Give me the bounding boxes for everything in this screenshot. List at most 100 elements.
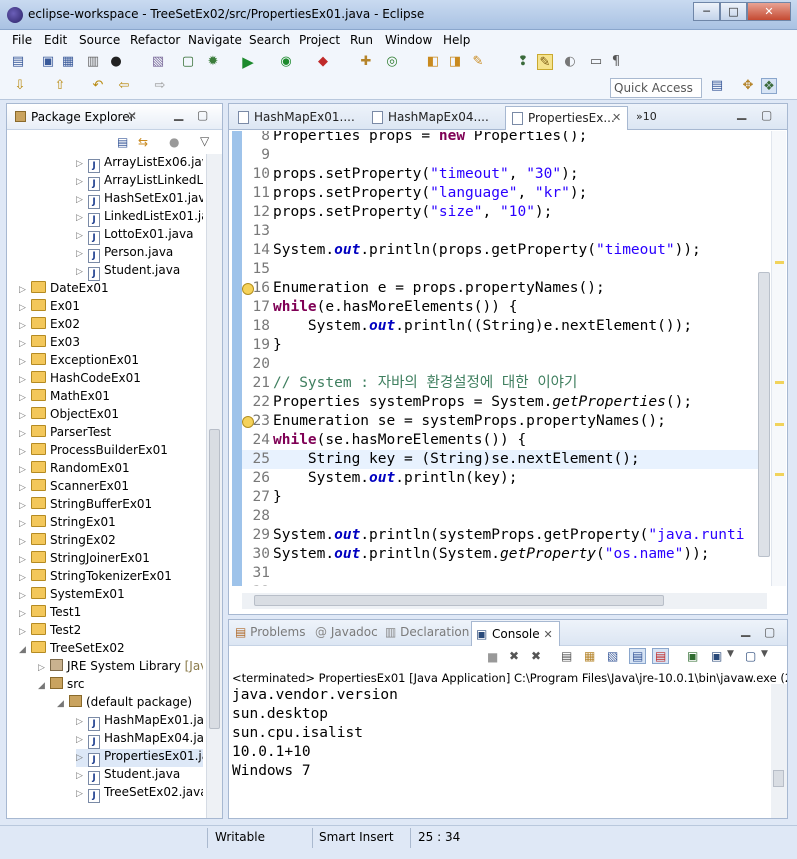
package-explorer-scroll-thumb[interactable]	[209, 429, 220, 729]
close-button[interactable]: ✕	[747, 2, 791, 21]
chevron-right-icon[interactable]: ▷	[19, 573, 31, 583]
code-line[interactable]: 25 String key = (String)se.nextElement()…	[242, 450, 759, 469]
tree-item[interactable]: ▷ J Student.java	[76, 767, 203, 785]
tree-item[interactable]: ▷ J Student.java	[76, 263, 203, 281]
menu-search[interactable]: Search	[249, 33, 290, 47]
chevron-down-icon[interactable]: ◢	[38, 681, 50, 691]
filters-icon[interactable]: ●	[169, 135, 179, 149]
tree-item[interactable]: ▷J PropertiesEx01.java	[76, 749, 203, 767]
tree-item[interactable]: ◢ TreeSetEx02	[19, 641, 203, 659]
back-icon[interactable]: ⇦	[116, 78, 132, 94]
show-on-output-icon[interactable]: ▤	[629, 648, 647, 664]
clear-console-icon[interactable]: ▤	[561, 649, 572, 663]
tab-overflow[interactable]: »10	[628, 106, 668, 130]
chevron-right-icon[interactable]: ▷	[76, 267, 88, 277]
tree-item[interactable]: ◢ (default package)	[57, 695, 203, 713]
tab-javadoc[interactable]: @ Javadoc	[315, 625, 378, 639]
run-icon[interactable]: ▶	[240, 54, 256, 70]
code-line[interactable]: 27}	[242, 488, 759, 507]
tree-item[interactable]: ▷J ArrayListLinkedList	[76, 173, 203, 191]
tab-problems[interactable]: ▤ Problems	[235, 625, 305, 639]
console-scrollbar[interactable]	[771, 684, 787, 818]
last-edit-icon[interactable]: ↶	[90, 78, 106, 94]
overview-ruler[interactable]	[771, 131, 786, 586]
next-annotation-icon[interactable]: ⇩	[12, 78, 28, 94]
new-icon[interactable]: ▤	[10, 54, 26, 70]
code-line[interactable]: 32	[242, 583, 759, 586]
code-line[interactable]: 28	[242, 507, 759, 526]
menu-refactor[interactable]: Refactor	[130, 33, 180, 47]
code-line[interactable]: 14 System.out.println(props.getProperty("…	[242, 241, 759, 260]
code-line[interactable]: 11 props.setProperty("language", "kr");	[242, 184, 759, 203]
pin-console-icon[interactable]: ▣	[687, 649, 698, 663]
chevron-down-icon[interactable]: ▼	[727, 649, 734, 659]
chevron-right-icon[interactable]: ▷	[76, 159, 88, 169]
code-line[interactable]: 22 Properties systemProps = System.getPro…	[242, 393, 759, 412]
chevron-right-icon[interactable]: ▷	[19, 285, 31, 295]
code-line[interactable]: 18 System.out.println((String)e.nextElem…	[242, 317, 759, 336]
tree-item[interactable]: ▷J ArrayListEx06.java	[76, 155, 203, 173]
tree-item[interactable]: ▷ JRE System Library [Java	[38, 659, 203, 677]
maximize-editor-icon[interactable]: ▢	[761, 108, 772, 122]
chevron-right-icon[interactable]: ▷	[76, 213, 88, 223]
chevron-right-icon[interactable]: ▷	[19, 627, 31, 637]
code-line[interactable]: 9	[242, 146, 759, 165]
tab-console[interactable]: ▣ Console ✕	[471, 621, 560, 646]
tree-item[interactable]: ▷ J Person.java	[76, 245, 203, 263]
view-menu-icon[interactable]: ▽	[200, 134, 209, 148]
chevron-right-icon[interactable]: ▷	[19, 519, 31, 529]
debug-icon[interactable]: ✹	[205, 54, 221, 70]
tree-item[interactable]: ▷ StringTokenizerEx01	[19, 569, 203, 587]
code-line[interactable]: 29 System.out.println(systemProps.getProp…	[242, 526, 759, 545]
close-view-icon[interactable]: ✕	[127, 109, 137, 123]
package-explorer-title[interactable]: Package Explorer	[31, 110, 135, 124]
chevron-right-icon[interactable]: ▷	[19, 501, 31, 511]
java-perspective-icon[interactable]: ❖	[761, 78, 777, 94]
external-tools-icon[interactable]: ◆	[315, 54, 331, 70]
chevron-right-icon[interactable]: ▷	[19, 609, 31, 619]
chevron-right-icon[interactable]: ▷	[19, 447, 31, 457]
tree-item[interactable]: ▷ ParserTest	[19, 425, 203, 443]
tree-item[interactable]: ▷ HashCodeEx01	[19, 371, 203, 389]
code-line[interactable]: 26 System.out.println(key);	[242, 469, 759, 488]
chevron-right-icon[interactable]: ▷	[19, 393, 31, 403]
word-wrap-icon[interactable]: ▧	[607, 649, 618, 663]
close-tab-icon[interactable]: ✕	[543, 628, 552, 641]
editor-scroll-thumb[interactable]	[758, 272, 770, 557]
chevron-right-icon[interactable]: ▷	[76, 753, 88, 763]
minimize-view-icon[interactable]: ▁	[174, 107, 183, 121]
menu-run[interactable]: Run	[350, 33, 373, 47]
chevron-right-icon[interactable]: ▷	[19, 321, 31, 331]
show-whitespace-icon[interactable]: ▭	[588, 54, 604, 70]
package-explorer-scrollbar[interactable]	[206, 154, 222, 818]
tree-item[interactable]: ▷J HashMapEx01.java	[76, 713, 203, 731]
toggle-annotation-icon[interactable]: ❢	[515, 54, 531, 70]
chevron-right-icon[interactable]: ▷	[76, 735, 88, 745]
mark-occurrences-icon[interactable]: ✎	[537, 54, 553, 70]
tree-item[interactable]: ▷ StringEx01	[19, 515, 203, 533]
forward-icon[interactable]: ⇨	[152, 78, 168, 94]
overview-marker[interactable]	[775, 473, 784, 476]
code-line[interactable]: 12 props.setProperty("size", "10");	[242, 203, 759, 222]
chevron-right-icon[interactable]: ▷	[76, 177, 88, 187]
open-type-icon[interactable]: ◧	[425, 54, 441, 70]
tree-item[interactable]: ▷ SystemEx01	[19, 587, 203, 605]
chevron-right-icon[interactable]: ▷	[76, 789, 88, 799]
remove-all-icon[interactable]: ✖	[531, 649, 541, 663]
minimize-console-icon[interactable]: ▁	[741, 623, 750, 637]
code-line[interactable]: 20	[242, 355, 759, 374]
chevron-down-icon[interactable]: ◢	[19, 645, 31, 655]
code-line[interactable]: 19}	[242, 336, 759, 355]
scroll-lock-icon[interactable]: ▦	[584, 649, 595, 663]
editor-horizontal-thumb[interactable]	[254, 595, 664, 606]
chevron-right-icon[interactable]: ▷	[19, 537, 31, 547]
open-perspective-icon[interactable]: ▢	[180, 54, 196, 70]
tree-item[interactable]: ▷ Test1	[19, 605, 203, 623]
new-java-project-icon[interactable]: ✚	[358, 54, 374, 70]
previous-annotation-icon[interactable]: ⇧	[52, 78, 68, 94]
chevron-right-icon[interactable]: ▷	[38, 663, 50, 673]
tree-item[interactable]: ▷ J LottoEx01.java	[76, 227, 203, 245]
chevron-right-icon[interactable]: ▷	[19, 591, 31, 601]
print-icon[interactable]: ▥	[85, 54, 101, 70]
menu-source[interactable]: Source	[79, 33, 120, 47]
